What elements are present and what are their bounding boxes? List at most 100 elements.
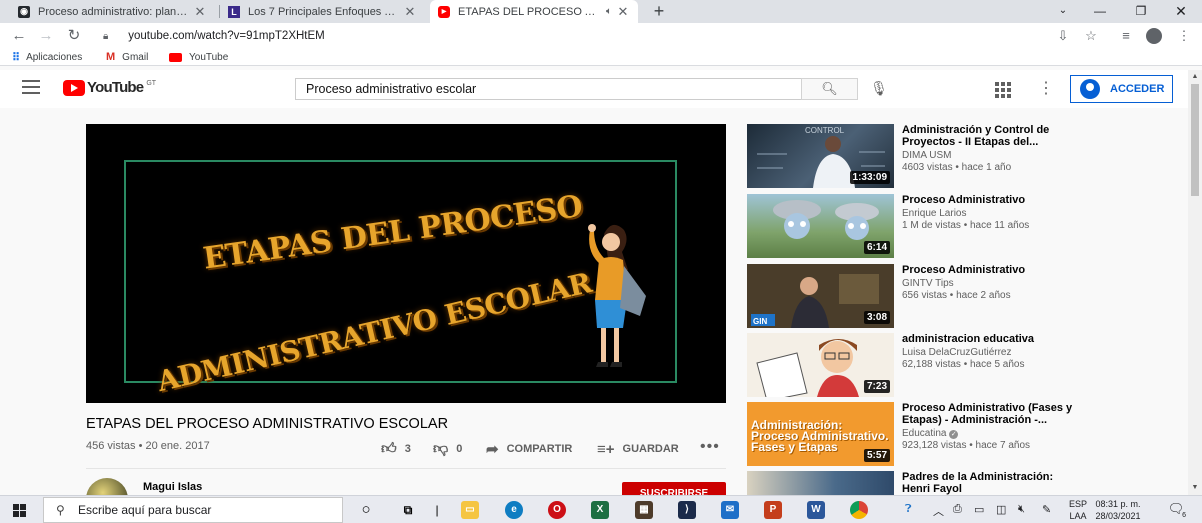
speaker-icon[interactable]: 🔈︎ [606,6,612,17]
excel-icon[interactable]: X [591,501,609,519]
bookmark-star-icon[interactable]: ☆ [1081,26,1101,46]
menu-icon[interactable] [22,80,40,94]
country-code: GT [146,79,157,87]
url-text: youtube.com/watch?v=91mpT2XHtEM [128,30,325,42]
file-explorer-icon[interactable]: ▭ [461,501,479,519]
page-scrollbar[interactable]: ▲ ▼ [1188,70,1202,495]
video-player[interactable]: ETAPAS DEL PROCESO ADMINISTRATIVO ESCOLA… [86,124,726,403]
close-icon[interactable]: ✕ [403,4,417,20]
bookmark-apps[interactable]: ⠿ Aplicaciones [12,50,82,64]
save-button[interactable]: ≡+ GUARDAR [597,440,679,458]
recommendation-title[interactable]: Proceso Administrativo [902,194,1082,206]
windows-start-icon[interactable] [13,504,27,517]
tab-etapas-proceso[interactable]: ▶ ETAPAS DEL PROCESO ADMINISTRATIVO 🔈︎ ✕ [430,0,638,23]
task-view-icon[interactable]: ⧉ [395,499,421,521]
youtube-apps-icon[interactable] [995,82,1011,98]
recommendation-item[interactable]: GIN 3:08 Proceso Administrativo GINTV Ti… [747,264,1087,328]
reload-icon[interactable]: ↻ [64,26,84,46]
thumbs-up-icon: 👍︎ [381,440,397,457]
install-icon[interactable]: ⇩ [1053,26,1073,46]
clock[interactable]: 08:31 p. m. 28/03/2021 [1095,498,1141,522]
recommendation-item[interactable]: CONTROL 1:33:09 Administración y Control… [747,124,1087,188]
recommendation-title[interactable]: Administración y Control de Proyectos - … [902,124,1082,148]
channel-name[interactable]: Magui Islas [143,481,202,493]
video-thumbnail[interactable]: 7:23 [747,333,894,397]
vscode-icon[interactable]: ⟩ [678,501,696,519]
recommendation-channel[interactable]: Educatina ✓ [902,428,959,439]
store-icon[interactable]: ▦ [635,501,653,519]
recommendation-item[interactable]: 6:14 Proceso Administrativo Enrique Lari… [747,194,1087,258]
word-icon[interactable]: W [807,501,825,519]
notification-center-icon[interactable]: 🗨︎ 6 [1166,501,1186,519]
video-thumbnail[interactable]: CONTROL 1:33:09 [747,124,894,188]
chrome-icon[interactable] [850,501,868,519]
browser-menu-icon[interactable]: ⋮ [1174,26,1194,46]
video-thumbnail[interactable]: GIN 3:08 [747,264,894,328]
new-tab-button[interactable]: + [650,0,668,23]
show-hidden-icons-icon[interactable]: ︿ [933,503,944,519]
recommendation-channel[interactable]: Luisa DelaCruzGutiérrez [902,347,1012,358]
battery-icon[interactable]: ▭ [974,503,984,516]
tab-proceso-administrativo[interactable]: ◉ Proceso administrativo: planeación ✕ [10,0,215,23]
bookmark-gmail[interactable]: M Gmail [106,50,148,64]
address-bar[interactable]: 🔒︎ youtube.com/watch?v=91mpT2XHtEM [103,27,1053,45]
powerpoint-icon[interactable]: P [764,501,782,519]
recommendation-title[interactable]: Proceso Administrativo (Fases y Etapas) … [902,402,1082,426]
more-actions-icon[interactable]: ••• [700,438,720,456]
close-window-button[interactable]: ✕ [1166,0,1196,23]
minimize-button[interactable]: — [1085,0,1115,23]
forward-icon[interactable]: → [36,26,56,46]
youtube-logo[interactable]: YouTube GT [63,79,156,96]
dislike-button[interactable]: 👎︎ 0 [433,440,462,458]
microphone-icon[interactable]: 🎙︎ [870,80,888,98]
recommendation-channel[interactable]: Enrique Larios [902,208,966,219]
recommendation-item[interactable]: Padres de la Administración: Henri Fayol [747,471,1087,495]
recommendation-item[interactable]: Administración: Proceso Administrativo. … [747,402,1087,466]
close-icon[interactable]: ✕ [193,4,207,20]
video-thumbnail[interactable]: Administración: Proceso Administrativo. … [747,402,894,466]
tab-enfoques-teoricos[interactable]: L Los 7 Principales Enfoques Teóricos ✕ [220,0,425,23]
youtube-play-icon [63,79,85,96]
recommendation-channel[interactable]: DIMA USM [902,150,951,161]
scroll-down-icon[interactable]: ▼ [1191,484,1199,491]
recommendation-views: 4603 vistas • hace 1 año [902,162,1012,173]
back-icon[interactable]: ← [9,26,29,46]
bookmark-youtube[interactable]: YouTube [169,50,228,64]
close-icon[interactable]: ✕ [616,4,630,20]
tab-search-icon[interactable]: ⌄ [1048,0,1078,23]
scroll-up-icon[interactable]: ▲ [1191,73,1199,80]
scrollbar-thumb[interactable] [1191,84,1199,196]
taskbar-search-input[interactable]: ⚲ Escribe aquí para buscar [43,497,343,523]
pen-icon[interactable]: ✎ [1042,503,1051,516]
reading-list-icon[interactable]: ≡ [1116,26,1136,46]
edge-icon[interactable]: e [505,501,523,519]
bookmark-label: YouTube [189,51,229,63]
recommendation-title[interactable]: Padres de la Administración: Henri Fayol [902,471,1082,495]
clock-date: 28/03/2021 [1095,511,1141,521]
network-icon[interactable]: ◫ [996,503,1006,516]
mail-icon[interactable]: ✉ [721,501,739,519]
opera-icon[interactable]: O [548,501,566,519]
video-thumbnail[interactable] [747,471,894,495]
help-icon[interactable]: ❓︎ [905,503,912,516]
maximize-button[interactable]: ❐ [1126,0,1156,23]
recommendation-title[interactable]: Proceso Administrativo [902,264,1082,276]
recommendation-channel[interactable]: GINTV Tips [902,278,954,289]
search-button[interactable]: 🔍︎ [801,78,858,100]
language-indicator[interactable]: ESP LAA [1066,498,1090,522]
signin-button[interactable]: ACCEDER [1070,75,1173,103]
tab-title: Proceso administrativo: planeación [38,5,189,18]
cortana-icon[interactable]: ○ [353,499,379,521]
volume-icon[interactable]: 🔇︎ [1018,503,1025,516]
lock-icon: 🔒︎ [103,31,109,42]
search-input[interactable]: Proceso administrativo escolar [295,78,802,100]
video-thumbnail[interactable]: 6:14 [747,194,894,258]
recommendation-title[interactable]: administracion educativa [902,333,1082,345]
settings-kebab-icon[interactable]: ⋮ [1038,80,1054,98]
profile-icon[interactable] [1144,26,1164,46]
playlist-add-icon: ≡+ [597,440,615,458]
recommendation-item[interactable]: 7:23 administracion educativa Luisa Dela… [747,333,1087,397]
device-icon[interactable]: ⎙ [953,503,962,516]
like-button[interactable]: 👍︎ 3 [381,440,411,458]
share-button[interactable]: ➦ COMPARTIR [486,440,572,458]
